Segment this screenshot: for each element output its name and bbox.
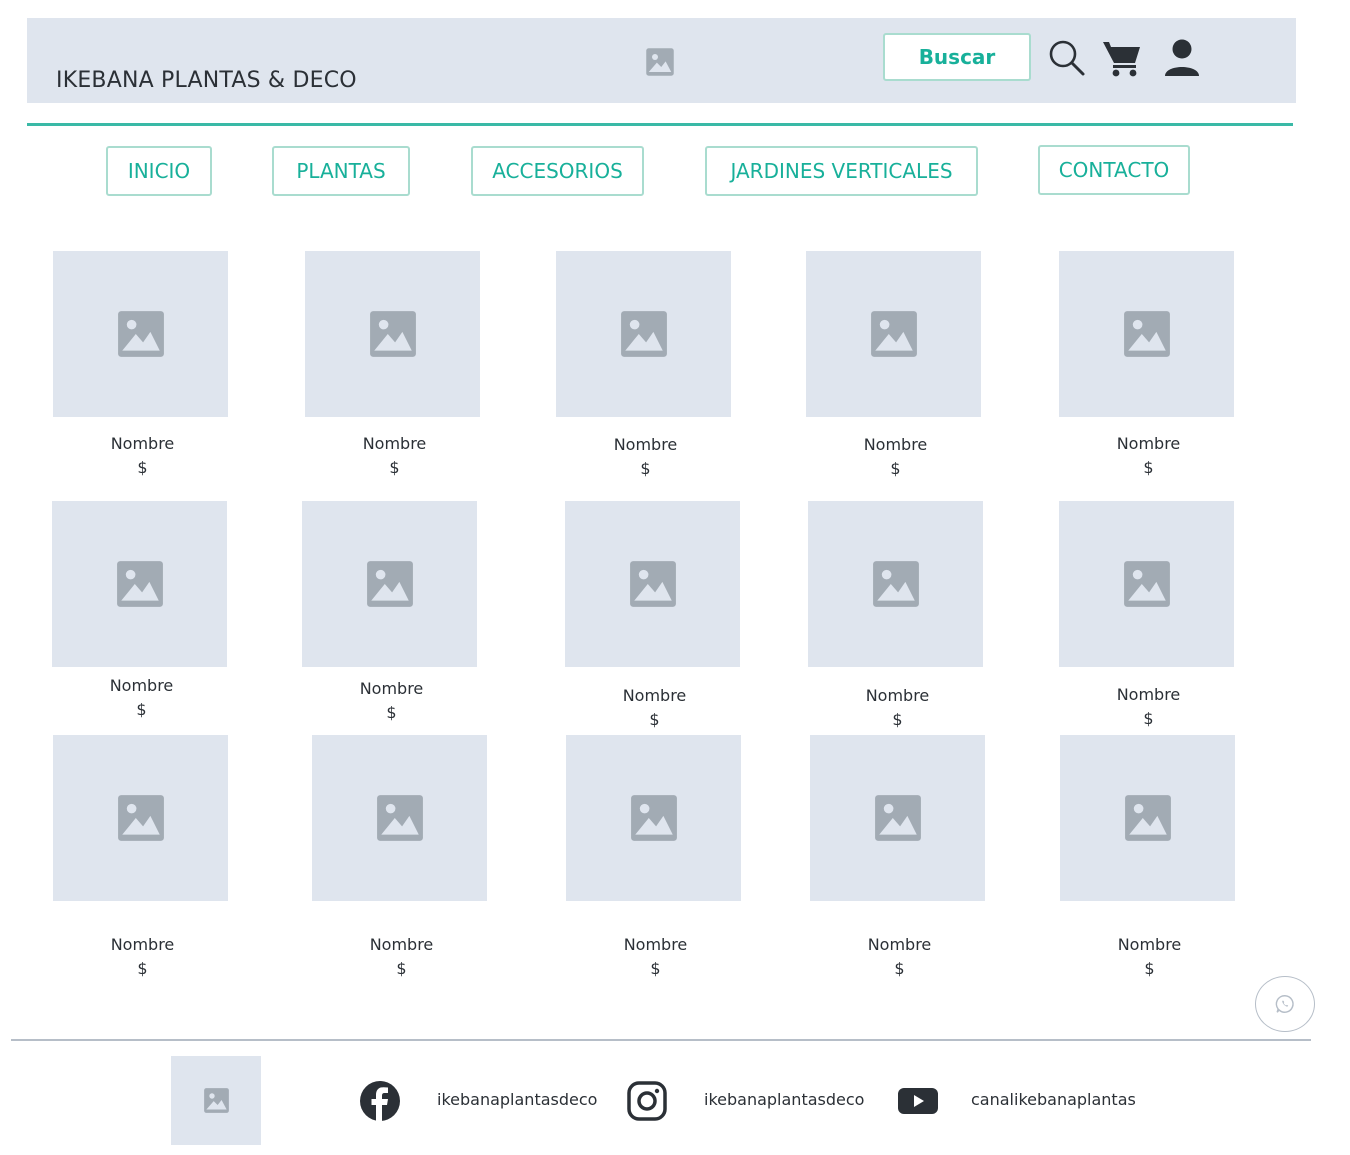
- image-placeholder-icon: [620, 311, 667, 357]
- product-info: Nombre $: [304, 677, 479, 725]
- product-price: $: [892, 710, 903, 729]
- product-info: Nombre $: [54, 674, 229, 722]
- image-placeholder-icon: [870, 311, 917, 357]
- product-name[interactable]: Nombre: [567, 684, 742, 708]
- image-placeholder-icon: [116, 561, 163, 607]
- product-image[interactable]: [806, 251, 981, 417]
- image-placeholder-icon: [117, 795, 164, 841]
- whatsapp-button[interactable]: [1255, 976, 1315, 1032]
- product-image[interactable]: [53, 735, 228, 901]
- product-name[interactable]: Nombre: [808, 433, 983, 457]
- image-placeholder-icon: [630, 795, 677, 841]
- product-info: Nombre $: [808, 433, 983, 481]
- product-name[interactable]: Nombre: [314, 933, 489, 957]
- product-price: $: [649, 710, 660, 729]
- product-image[interactable]: [566, 735, 741, 901]
- facebook-icon[interactable]: [359, 1080, 401, 1122]
- whatsapp-icon: [1275, 995, 1294, 1013]
- product-price: $: [386, 703, 397, 722]
- image-placeholder-icon: [1123, 561, 1170, 607]
- instagram-icon[interactable]: [626, 1080, 668, 1122]
- header-divider: [27, 123, 1293, 126]
- youtube-channel[interactable]: canalikebanaplantas: [971, 1090, 1136, 1109]
- image-placeholder-icon: [1123, 311, 1170, 357]
- product-info: Nombre $: [55, 933, 230, 981]
- image-placeholder-icon: [872, 561, 919, 607]
- nav-plantas[interactable]: PLANTAS: [272, 146, 410, 196]
- image-placeholder-icon: [369, 311, 416, 357]
- nav-contacto[interactable]: CONTACTO: [1038, 145, 1190, 195]
- product-price: $: [136, 700, 147, 719]
- product-name[interactable]: Nombre: [810, 684, 985, 708]
- search-button[interactable]: Buscar: [883, 33, 1031, 81]
- product-image[interactable]: [1059, 251, 1234, 417]
- product-price: $: [890, 459, 901, 478]
- product-image[interactable]: [52, 501, 227, 667]
- logo-placeholder-icon: [645, 47, 675, 77]
- instagram-handle[interactable]: ikebanaplantasdeco: [704, 1090, 864, 1109]
- footer-logo-placeholder: [171, 1056, 261, 1145]
- cart-icon[interactable]: [1102, 38, 1142, 78]
- product-price: $: [389, 458, 400, 477]
- image-placeholder-icon: [874, 795, 921, 841]
- image-placeholder-icon: [366, 561, 413, 607]
- product-image[interactable]: [53, 251, 228, 417]
- product-info: Nombre $: [55, 432, 230, 480]
- facebook-handle[interactable]: ikebanaplantasdeco: [437, 1090, 597, 1109]
- product-info: Nombre $: [558, 433, 733, 481]
- product-name[interactable]: Nombre: [1061, 683, 1236, 707]
- product-name[interactable]: Nombre: [558, 433, 733, 457]
- product-info: Nombre $: [1061, 683, 1236, 731]
- product-price: $: [396, 959, 407, 978]
- product-image[interactable]: [1059, 501, 1234, 667]
- youtube-icon[interactable]: [897, 1080, 939, 1122]
- image-placeholder-icon: [117, 311, 164, 357]
- product-info: Nombre $: [810, 684, 985, 732]
- product-image[interactable]: [565, 501, 740, 667]
- image-placeholder-icon: [1124, 795, 1171, 841]
- brand-title[interactable]: IKEBANA PLANTAS & DECO: [56, 68, 357, 93]
- product-info: Nombre $: [1061, 432, 1236, 480]
- nav-jardines-verticales[interactable]: JARDINES VERTICALES: [705, 146, 978, 196]
- product-price: $: [137, 458, 148, 477]
- product-name[interactable]: Nombre: [307, 432, 482, 456]
- product-info: Nombre $: [307, 432, 482, 480]
- footer-divider: [11, 1039, 1311, 1041]
- product-info: Nombre $: [568, 933, 743, 981]
- product-info: Nombre $: [314, 933, 489, 981]
- product-name[interactable]: Nombre: [304, 677, 479, 701]
- product-price: $: [137, 959, 148, 978]
- product-info: Nombre $: [1062, 933, 1237, 981]
- product-name[interactable]: Nombre: [54, 674, 229, 698]
- product-info: Nombre $: [567, 684, 742, 732]
- user-icon[interactable]: [1162, 38, 1202, 78]
- product-image[interactable]: [810, 735, 985, 901]
- product-price: $: [1143, 709, 1154, 728]
- product-image[interactable]: [808, 501, 983, 667]
- product-name[interactable]: Nombre: [1062, 933, 1237, 957]
- nav-inicio[interactable]: INICIO: [106, 146, 212, 196]
- product-name[interactable]: Nombre: [55, 933, 230, 957]
- image-placeholder-icon: [376, 795, 423, 841]
- product-image[interactable]: [302, 501, 477, 667]
- image-placeholder-icon: [203, 1088, 229, 1113]
- product-image[interactable]: [556, 251, 731, 417]
- nav-accesorios[interactable]: ACCESORIOS: [471, 146, 644, 196]
- product-price: $: [640, 459, 651, 478]
- search-icon[interactable]: [1047, 38, 1087, 78]
- product-name[interactable]: Nombre: [1061, 432, 1236, 456]
- product-price: $: [1144, 959, 1155, 978]
- image-placeholder-icon: [629, 561, 676, 607]
- product-info: Nombre $: [812, 933, 987, 981]
- product-image[interactable]: [305, 251, 480, 417]
- product-price: $: [1143, 458, 1154, 477]
- product-price: $: [650, 959, 661, 978]
- product-name[interactable]: Nombre: [55, 432, 230, 456]
- product-image[interactable]: [312, 735, 487, 901]
- product-image[interactable]: [1060, 735, 1235, 901]
- product-name[interactable]: Nombre: [568, 933, 743, 957]
- product-name[interactable]: Nombre: [812, 933, 987, 957]
- product-price: $: [894, 959, 905, 978]
